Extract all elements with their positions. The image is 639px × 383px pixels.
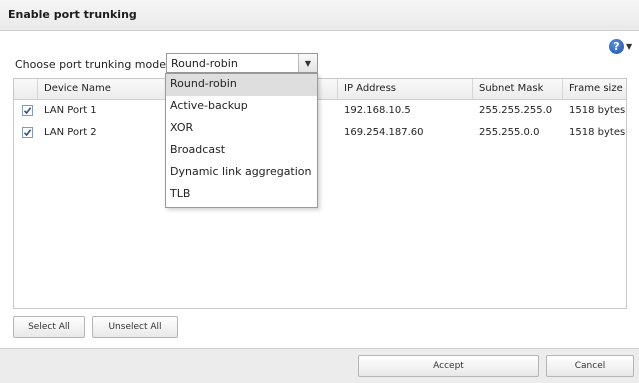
trunking-mode-value[interactable]: Round-robin: [171, 57, 238, 70]
frame-size-cell: 1518 bytes: [569, 127, 626, 138]
mode-option-broadcast[interactable]: Broadcast: [166, 140, 317, 162]
checkbox-column-header: [14, 79, 38, 99]
frame-size-cell: 1518 bytes: [569, 105, 626, 116]
ip-address-cell: 169.254.187.60: [344, 127, 424, 138]
table-row[interactable]: LAN Port 2 169.254.187.60 255.255.0.0 15…: [14, 122, 626, 144]
subnet-mask-cell: 255.255.255.0: [479, 105, 553, 116]
checkmark-icon: [23, 129, 32, 137]
ip-address-cell: 192.168.10.5: [344, 105, 411, 116]
trunking-mode-dropdown: Round-robin Active-backup XOR Broadcast …: [165, 73, 318, 208]
unselect-all-button[interactable]: Unselect All: [92, 316, 178, 338]
table-header: Device Name IP Address Subnet Mask Frame…: [14, 79, 626, 100]
mode-option-active-backup[interactable]: Active-backup: [166, 96, 317, 118]
accept-button[interactable]: Accept: [358, 355, 539, 377]
row-checkbox[interactable]: [22, 105, 33, 116]
port-table: Device Name IP Address Subnet Mask Frame…: [13, 78, 627, 309]
mode-option-dynamic-link-aggregation[interactable]: Dynamic link aggregation: [166, 162, 317, 184]
subnet-mask-cell: 255.255.0.0: [479, 127, 540, 138]
checkmark-icon: [23, 107, 32, 115]
row-checkbox[interactable]: [22, 127, 33, 138]
help-question-icon: ?: [609, 38, 624, 54]
mode-label: Choose port trunking mode:: [15, 58, 170, 71]
dialog-footer: Accept Cancel: [0, 348, 639, 383]
dialog-title: Enable port trunking: [8, 8, 137, 21]
device-name-cell: LAN Port 1: [44, 105, 97, 116]
column-header-ip-address[interactable]: IP Address: [338, 79, 473, 99]
mode-option-round-robin[interactable]: Round-robin: [166, 74, 317, 96]
chevron-down-icon[interactable]: ▼: [298, 54, 317, 72]
table-row[interactable]: LAN Port 1 192.168.10.5 255.255.255.0 15…: [14, 100, 626, 122]
mode-option-tlb[interactable]: TLB: [166, 184, 317, 206]
device-name-cell: LAN Port 2: [44, 127, 97, 138]
help-button[interactable]: ? ▼: [609, 37, 635, 55]
trunking-mode-select[interactable]: Round-robin ▼: [166, 53, 318, 73]
port-trunking-dialog: Enable port trunking ? ▼ Choose port tru…: [0, 0, 639, 383]
cancel-button[interactable]: Cancel: [546, 355, 634, 377]
title-bar: Enable port trunking: [0, 0, 639, 31]
chevron-down-icon: ▼: [626, 41, 633, 51]
mode-option-xor[interactable]: XOR: [166, 118, 317, 140]
column-header-subnet-mask[interactable]: Subnet Mask: [473, 79, 563, 99]
column-header-frame-size[interactable]: Frame size: [563, 79, 626, 99]
select-all-button[interactable]: Select All: [13, 316, 85, 338]
